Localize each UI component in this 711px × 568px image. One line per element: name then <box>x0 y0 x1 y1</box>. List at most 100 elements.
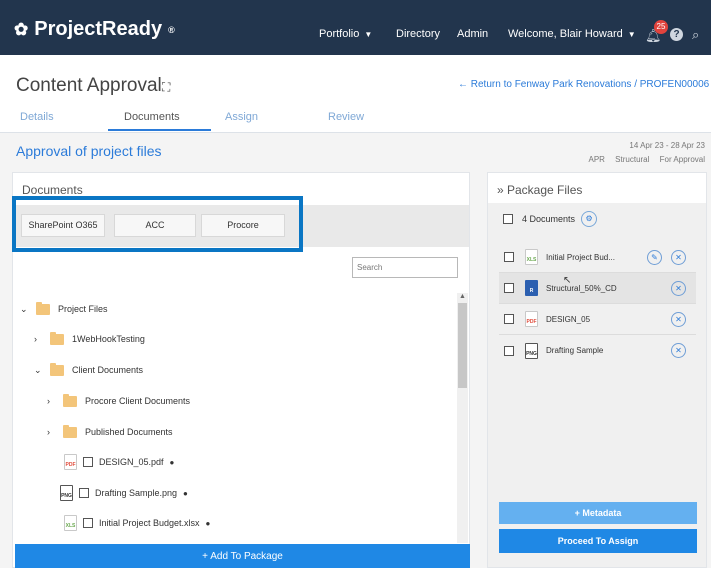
spreadsheet-file-icon: XLS <box>525 249 538 265</box>
folder-icon <box>63 424 77 438</box>
chevron-right-icon[interactable]: › <box>47 427 57 437</box>
tag-structural: Structural <box>615 155 650 164</box>
chevron-down-icon[interactable]: ⌄ <box>34 365 44 376</box>
tag-for-approval: For Approval <box>659 155 705 164</box>
add-to-package-button[interactable]: + Add To Package <box>15 544 470 568</box>
chevron-right-icon[interactable]: › <box>47 396 57 406</box>
documents-search-input[interactable] <box>352 257 458 278</box>
package-file-row[interactable]: R Structural_50%_CD ✕ <box>499 273 696 304</box>
revit-file-icon: R <box>525 280 538 296</box>
folder-icon <box>63 393 77 407</box>
file-checkbox[interactable] <box>504 252 514 262</box>
header-divider <box>0 132 711 133</box>
tree-item-label: Drafting Sample.png <box>95 488 178 498</box>
package-file-list: XLS Initial Project Bud... ✎ ✕ R Structu… <box>499 242 696 366</box>
tree-item-label: Published Documents <box>85 427 173 437</box>
package-files-title: » Package Files <box>497 183 583 197</box>
nav-user-menu[interactable]: Welcome, Blair Howard ▼ <box>508 28 636 40</box>
tab-assign[interactable]: Assign <box>225 111 258 123</box>
approval-tags: APR Structural For Approval <box>580 155 705 164</box>
file-checkbox[interactable] <box>83 457 93 467</box>
folder-icon <box>50 362 64 376</box>
spreadsheet-file-icon: XLS <box>64 515 77 531</box>
nav-portfolio-label: Portfolio <box>319 28 360 40</box>
tree-folder-project-files[interactable]: ⌄ Project Files <box>20 300 108 318</box>
remove-icon[interactable]: ✕ <box>671 312 686 327</box>
active-tab-indicator <box>108 129 211 131</box>
registered-mark: ® <box>168 24 175 35</box>
eye-icon[interactable]: ● <box>206 519 211 528</box>
tree-item-label: 1WebHookTesting <box>72 334 145 344</box>
tree-folder-1webhooktesting[interactable]: › 1WebHookTesting <box>34 330 145 348</box>
pdf-file-icon: PDF <box>525 311 538 327</box>
eye-icon[interactable]: ● <box>183 489 188 498</box>
file-checkbox[interactable] <box>504 345 514 356</box>
file-checkbox[interactable] <box>79 488 89 498</box>
nav-admin[interactable]: Admin <box>457 28 488 40</box>
package-file-row[interactable]: XLS Initial Project Bud... ✎ ✕ <box>499 242 696 273</box>
user-welcome-label: Welcome, Blair Howard <box>508 28 623 40</box>
package-select-all[interactable]: 4 Documents ⚙ <box>503 211 598 227</box>
chevron-down-icon: ▼ <box>627 30 636 39</box>
package-file-label: Drafting Sample <box>546 346 604 355</box>
settings-icon[interactable]: ⚙ <box>581 211 598 227</box>
tab-details[interactable]: Details <box>20 111 54 123</box>
projectready-logo[interactable]: ✿ ProjectReady ® <box>14 18 175 41</box>
source-highlight-box <box>12 196 303 252</box>
image-file-icon: PNG <box>60 485 73 501</box>
scroll-up-arrow-icon[interactable]: ▲ <box>459 293 466 300</box>
logo-text: ProjectReady <box>34 18 163 40</box>
expand-icon[interactable]: ⛶ <box>162 80 170 95</box>
remove-icon[interactable]: ✕ <box>671 281 686 296</box>
return-to-project-link[interactable]: ← Return to Fenway Park Renovations / PR… <box>458 79 709 90</box>
tree-folder-published-documents[interactable]: › Published Documents <box>47 423 173 441</box>
nav-portfolio[interactable]: Portfolio ▼ <box>319 28 372 40</box>
notification-count-badge: 25 <box>654 20 668 34</box>
tree-file-initial-project-budget[interactable]: XLS Initial Project Budget.xlsx ● <box>64 514 210 532</box>
tree-folder-client-documents[interactable]: ⌄ Client Documents <box>34 361 143 379</box>
tab-review[interactable]: Review <box>328 111 364 123</box>
image-file-icon: PNG <box>525 342 538 359</box>
package-file-label: Initial Project Bud... <box>546 252 615 262</box>
chevron-right-icon[interactable]: › <box>34 334 44 344</box>
package-file-label: DESIGN_05 <box>546 314 591 324</box>
tree-item-label: Initial Project Budget.xlsx <box>99 518 200 528</box>
proceed-to-assign-button[interactable]: Proceed To Assign <box>499 529 697 553</box>
package-files-header: » Package Files <box>488 173 706 203</box>
edit-icon[interactable]: ✎ <box>647 250 662 265</box>
scrollbar-thumb[interactable] <box>458 303 467 388</box>
tree-file-drafting-sample[interactable]: PNG Drafting Sample.png ● <box>60 484 188 502</box>
help-icon[interactable]: ? <box>670 28 683 41</box>
folder-icon <box>50 331 64 345</box>
page-header: Content Approval ⛶ ← Return to Fenway Pa… <box>0 55 711 133</box>
metadata-button[interactable]: + Metadata <box>499 502 697 524</box>
logo-mark-icon: ✿ <box>14 19 29 39</box>
nav-directory[interactable]: Directory <box>396 28 440 40</box>
package-document-count: 4 Documents <box>522 214 576 224</box>
tab-documents[interactable]: Documents <box>124 111 180 123</box>
search-icon[interactable]: ⌕ <box>692 27 699 43</box>
package-file-row[interactable]: PDF DESIGN_05 ✕ <box>499 304 696 335</box>
chevron-down-icon[interactable]: ⌄ <box>20 304 30 315</box>
pdf-file-icon: PDF <box>64 454 77 470</box>
chevron-down-icon: ▼ <box>364 30 373 39</box>
tree-folder-procore-client-documents[interactable]: › Procore Client Documents <box>47 392 190 410</box>
remove-icon[interactable]: ✕ <box>671 250 686 265</box>
eye-icon[interactable]: ● <box>170 458 175 467</box>
package-file-label: Structural_50%_CD <box>546 283 617 293</box>
approval-title: Approval of project files <box>16 143 162 159</box>
file-checkbox[interactable] <box>83 518 93 528</box>
package-file-row[interactable]: PNG Drafting Sample ✕ <box>499 335 696 366</box>
tree-item-label: DESIGN_05.pdf <box>99 457 164 467</box>
remove-icon[interactable]: ✕ <box>671 343 686 358</box>
file-checkbox[interactable] <box>504 283 514 293</box>
select-all-checkbox[interactable] <box>503 214 513 224</box>
tree-file-design-05[interactable]: PDF DESIGN_05.pdf ● <box>64 453 174 471</box>
approval-date-range: 14 Apr 23 - 28 Apr 23 <box>629 141 705 150</box>
tree-item-label: Project Files <box>58 304 108 314</box>
document-tree-scrollbar[interactable]: ▲ <box>457 293 468 543</box>
mouse-cursor-icon: ↖ <box>563 275 572 286</box>
top-navigation-bar: ✿ ProjectReady ® Portfolio ▼ Directory Adm… <box>0 0 711 55</box>
file-checkbox[interactable] <box>504 314 514 324</box>
tree-item-label: Procore Client Documents <box>85 396 191 406</box>
